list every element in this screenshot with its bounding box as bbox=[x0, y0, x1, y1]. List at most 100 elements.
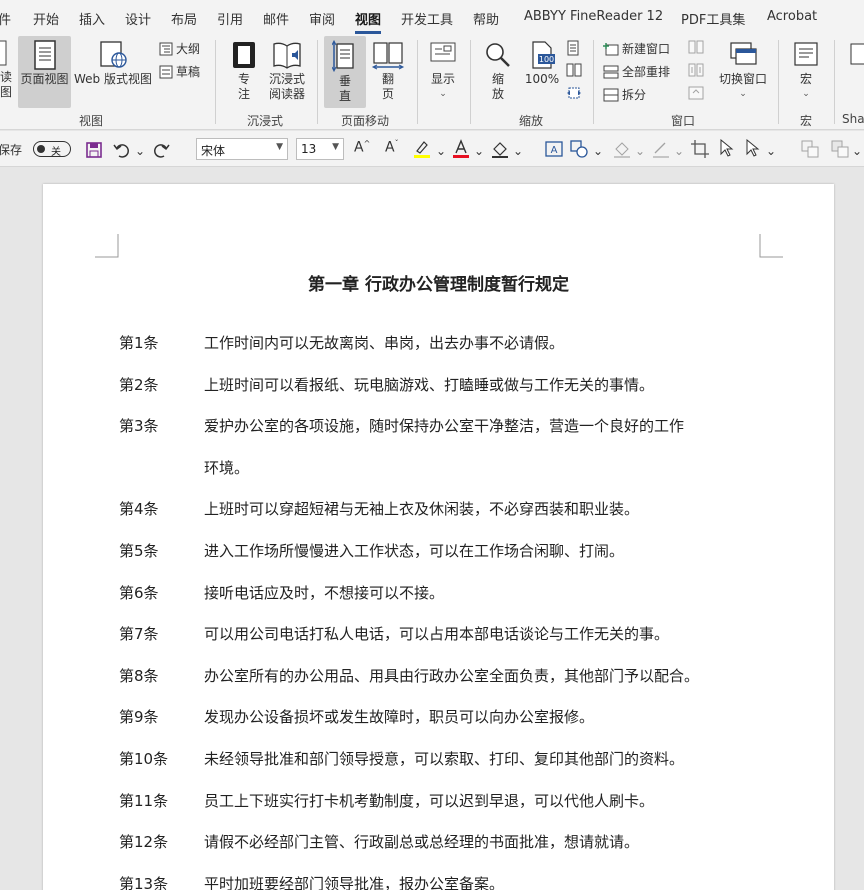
shapes-dropdown-icon[interactable]: ⌄ bbox=[593, 144, 603, 158]
switch-windows-button[interactable]: 切换窗口 ⌄ bbox=[714, 40, 772, 106]
group-label-zoom: 缩放 bbox=[519, 114, 544, 128]
group-objects-icon[interactable] bbox=[800, 139, 820, 159]
shape-fill-icon[interactable] bbox=[612, 139, 632, 159]
share-icon bbox=[850, 43, 864, 65]
group-label-macros: 宏 bbox=[800, 114, 813, 128]
vertical-button[interactable]: 垂 直 bbox=[324, 36, 366, 108]
tab-references[interactable]: 引用 bbox=[217, 9, 243, 28]
tab-design[interactable]: 设计 bbox=[125, 9, 151, 28]
reset-window-icon bbox=[688, 86, 704, 100]
undo-dropdown-icon[interactable]: ⌄ bbox=[135, 144, 145, 158]
new-window-icon bbox=[603, 42, 619, 55]
reset-window-button[interactable] bbox=[688, 86, 704, 100]
autosave-label: 保存 bbox=[0, 143, 23, 157]
font-size-value: 13 bbox=[301, 142, 317, 156]
redo-icon[interactable] bbox=[152, 142, 170, 158]
autosave-toggle[interactable]: 关 bbox=[33, 141, 71, 158]
multiple-pages-button[interactable] bbox=[566, 63, 582, 77]
share-button[interactable] bbox=[846, 40, 864, 106]
zoom-100-icon: 100 bbox=[532, 41, 555, 69]
highlight-icon[interactable] bbox=[412, 139, 432, 159]
split-button[interactable]: 拆分 bbox=[603, 86, 646, 103]
read-mode-button[interactable]: 读 图 bbox=[0, 38, 14, 104]
macro-icon bbox=[794, 42, 818, 66]
immersive-reader-button[interactable]: 沉浸式 阅读器 bbox=[265, 40, 309, 106]
one-page-button[interactable] bbox=[566, 40, 580, 56]
page-width-button[interactable] bbox=[566, 85, 582, 101]
font-name-value: 宋体 bbox=[201, 144, 226, 158]
font-color-icon[interactable] bbox=[451, 139, 471, 159]
zoom-100-button[interactable]: 100 100% bbox=[522, 40, 562, 106]
tab-insert[interactable]: 插入 bbox=[79, 9, 105, 28]
flip-page-icon bbox=[371, 42, 405, 70]
tab-acrobat[interactable]: Acrobat bbox=[767, 9, 817, 24]
bring-forward-icon[interactable] bbox=[830, 139, 850, 159]
grow-font-icon[interactable]: A^ bbox=[354, 139, 370, 156]
select-pointer-icon[interactable] bbox=[718, 139, 734, 157]
margin-corner-top-right bbox=[759, 234, 783, 258]
tab-home[interactable]: 开始 bbox=[33, 9, 59, 28]
toggle-state-label: 关 bbox=[51, 147, 61, 158]
highlight-dropdown-icon[interactable]: ⌄ bbox=[436, 144, 446, 158]
chevron-down-icon: ⌄ bbox=[802, 89, 810, 99]
crop-icon[interactable] bbox=[690, 139, 710, 159]
undo-icon[interactable] bbox=[113, 142, 131, 158]
shading-icon[interactable] bbox=[490, 139, 510, 159]
chevron-down-icon: ▼ bbox=[332, 142, 339, 152]
group-separator bbox=[593, 40, 594, 124]
save-icon[interactable] bbox=[86, 142, 102, 158]
shape-outline-dropdown-icon[interactable]: ⌄ bbox=[674, 144, 684, 158]
tab-view[interactable]: 视图 bbox=[355, 9, 382, 34]
read-mode-icon bbox=[0, 40, 7, 66]
tab-help[interactable]: 帮助 bbox=[473, 9, 499, 28]
tab-abbyy[interactable]: ABBYY FineReader 12 bbox=[524, 9, 663, 24]
shrink-font-icon[interactable]: Aˇ bbox=[385, 139, 399, 156]
tab-review[interactable]: 审阅 bbox=[309, 9, 335, 28]
chevron-down-icon: ▼ bbox=[276, 142, 283, 152]
tab-mailings[interactable]: 邮件 bbox=[263, 9, 289, 28]
shape-fill-dropdown-icon[interactable]: ⌄ bbox=[635, 144, 645, 158]
arrange-dropdown-icon[interactable]: ⌄ bbox=[852, 144, 862, 158]
document-page[interactable]: 第一章 行政办公管理制度暂行规定 第1条 工作时间内可以无故离岗、串岗，出去办事… bbox=[43, 184, 834, 890]
outline-button[interactable]: 大纲 bbox=[159, 40, 200, 57]
font-name-combo[interactable]: 宋体 ▼ bbox=[196, 138, 288, 160]
show-button[interactable]: 显示 ⌄ bbox=[424, 40, 462, 106]
select-dropdown-icon[interactable]: ⌄ bbox=[766, 144, 776, 158]
margin-corner-top-left bbox=[95, 234, 119, 258]
font-size-combo[interactable]: 13 ▼ bbox=[296, 138, 344, 160]
text-box-icon[interactable]: A bbox=[544, 139, 564, 159]
tab-layout[interactable]: 布局 bbox=[171, 9, 197, 28]
side-to-side-button[interactable]: 翻 页 bbox=[368, 40, 408, 106]
ribbon: 读 图 页面视图 Web 版式视图 大纲 草稿 视图 专 注 沉浸式 阅读器 沉… bbox=[0, 34, 864, 130]
group-label-view: 视图 bbox=[79, 114, 104, 128]
zoom-button[interactable]: 缩 放 bbox=[478, 40, 518, 106]
tab-developer[interactable]: 开发工具 bbox=[401, 9, 453, 28]
print-layout-button[interactable]: 页面视图 bbox=[18, 36, 71, 108]
draft-button[interactable]: 草稿 bbox=[159, 63, 200, 80]
shape-outline-icon[interactable] bbox=[651, 139, 671, 159]
document-title: 第一章 行政办公管理制度暂行规定 bbox=[308, 275, 569, 295]
view-side-by-side-button[interactable] bbox=[688, 40, 704, 54]
svg-text:A: A bbox=[551, 145, 558, 156]
zoom-100-icon-label: 100 bbox=[539, 55, 554, 64]
arrange-all-icon bbox=[603, 65, 619, 78]
shapes-icon[interactable] bbox=[569, 139, 589, 159]
tab-file[interactable]: 件 bbox=[0, 9, 11, 28]
select-objects-icon[interactable] bbox=[744, 139, 760, 157]
sync-scroll-button[interactable] bbox=[688, 63, 704, 77]
one-page-icon bbox=[567, 40, 579, 56]
arrange-all-button[interactable]: 全部重排 bbox=[603, 63, 670, 80]
toggle-knob bbox=[37, 145, 45, 153]
web-layout-button[interactable]: Web 版式视图 bbox=[72, 40, 154, 106]
new-window-button[interactable]: 新建窗口 bbox=[603, 40, 670, 57]
outline-icon bbox=[159, 42, 173, 55]
macros-button[interactable]: 宏 ⌄ bbox=[786, 40, 826, 106]
shading-dropdown-icon[interactable]: ⌄ bbox=[513, 144, 523, 158]
immersive-reader-icon bbox=[273, 42, 301, 69]
font-color-dropdown-icon[interactable]: ⌄ bbox=[474, 144, 484, 158]
side-by-side-icon bbox=[688, 40, 704, 54]
group-label-page-movement: 页面移动 bbox=[341, 114, 390, 128]
focus-button[interactable]: 专 注 bbox=[226, 40, 262, 106]
quick-access-toolbar: 保存 关 ⌄ 宋体 ▼ 13 ▼ A^ Aˇ ⌄ ⌄ ⌄ A ⌄ ⌄ ⌄ ⌄ ⌄ bbox=[0, 131, 864, 167]
tab-pdf-tools[interactable]: PDF工具集 bbox=[681, 9, 745, 28]
